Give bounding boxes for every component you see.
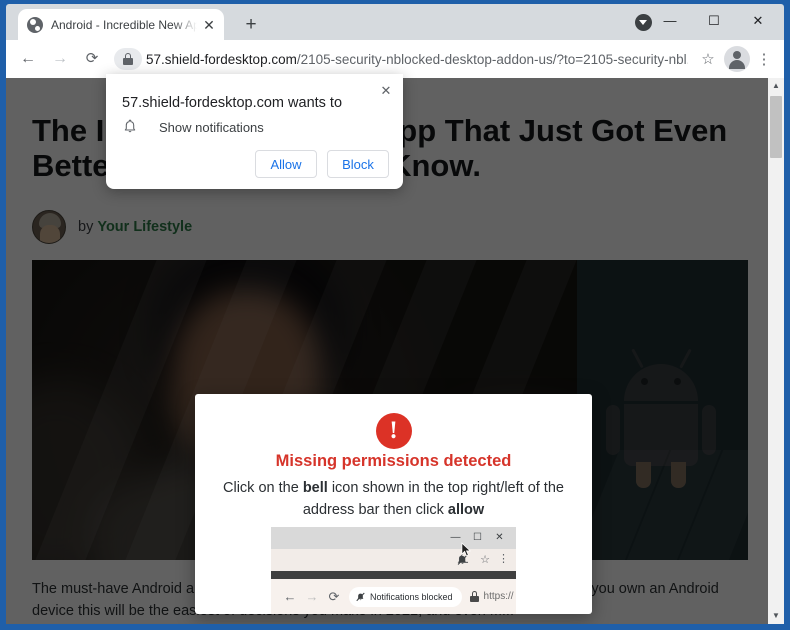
mockup-dark-bar bbox=[271, 571, 516, 579]
browser-window: Android - Incredible New App - I ✕ + — ☐… bbox=[0, 0, 790, 630]
dialog-title: Missing permissions detected bbox=[275, 452, 512, 470]
android-robot-icon bbox=[605, 342, 717, 488]
notification-permission-dialog: ✕ 57.shield-fordesktop.com wants to Show… bbox=[106, 74, 403, 189]
dialog-instruction-text: Click on the bell icon shown in the top … bbox=[217, 478, 570, 522]
avatar bbox=[32, 210, 66, 244]
mouse-cursor-icon bbox=[461, 542, 472, 557]
bell-icon bbox=[124, 119, 136, 133]
chip-label: Notifications blocked bbox=[370, 591, 453, 602]
reload-button[interactable]: ⟳ bbox=[78, 45, 106, 73]
android-robot-panel bbox=[554, 260, 748, 560]
mockup-toolbar-bottom: ← → ⟳ Notifications blocked https:// bbox=[271, 579, 516, 614]
browser-tab[interactable]: Android - Incredible New App - I ✕ bbox=[18, 9, 224, 40]
mockup-toolbar-top: ☆ ⋮ bbox=[271, 549, 516, 571]
instruction-bold-allow: allow bbox=[447, 501, 485, 518]
tab-title: Android - Incredible New App - I bbox=[51, 17, 200, 32]
desktop-taskbar bbox=[0, 624, 790, 630]
mockup-titlebar: — ☐ ✕ bbox=[271, 527, 516, 549]
mockup-url-text: https:// bbox=[483, 591, 514, 602]
exclamation-circle-icon: ! bbox=[375, 413, 412, 449]
lock-icon[interactable] bbox=[114, 48, 142, 70]
byline-prefix: by bbox=[78, 219, 98, 235]
scrollbar-thumb[interactable] bbox=[770, 96, 782, 158]
scroll-up-arrow-icon[interactable]: ▲ bbox=[768, 78, 784, 94]
mockup-menu-icon: ⋮ bbox=[498, 553, 509, 565]
permission-origin-text: 57.shield-fordesktop.com wants to bbox=[122, 95, 343, 111]
permission-label: Show notifications bbox=[159, 120, 264, 135]
missing-permissions-dialog: ! Missing permissions detected Click on … bbox=[195, 394, 592, 614]
mockup-lock-icon bbox=[469, 591, 479, 602]
browser-toolbar: ← → ⟳ 57.shield-fordesktop.com/2105-secu… bbox=[6, 40, 784, 78]
byline: by Your Lifestyle bbox=[32, 210, 192, 244]
mockup-maximize-icon: ☐ bbox=[473, 532, 482, 543]
url-host: 57.shield-fordesktop.com bbox=[146, 51, 297, 67]
mockup-reload-icon: ⟳ bbox=[328, 588, 340, 604]
browser-mockup-illustration: — ☐ ✕ ☆ ⋮ ← → ⟳ Notifications blocked ht… bbox=[271, 527, 516, 614]
back-button[interactable]: ← bbox=[14, 45, 42, 73]
globe-icon bbox=[27, 16, 43, 33]
forward-button[interactable]: → bbox=[46, 45, 74, 73]
new-tab-button[interactable]: + bbox=[238, 12, 264, 38]
byline-author: Your Lifestyle bbox=[97, 219, 193, 235]
mockup-close-icon: ✕ bbox=[495, 532, 504, 543]
mockup-back-icon: ← bbox=[283, 589, 297, 604]
bookmark-star-icon[interactable]: ☆ bbox=[694, 50, 722, 68]
close-icon[interactable]: ✕ bbox=[375, 80, 397, 102]
window-close-button[interactable]: ✕ bbox=[736, 6, 780, 36]
mockup-star-icon: ☆ bbox=[480, 554, 490, 566]
instruction-bold-bell: bell bbox=[302, 480, 328, 496]
close-icon[interactable]: ✕ bbox=[200, 16, 218, 34]
byline-label: by Your Lifestyle bbox=[78, 219, 192, 235]
bell-blocked-small-icon bbox=[356, 592, 365, 601]
url-path: /2105-security-nblocked-desktop-addon-us… bbox=[296, 51, 688, 67]
scroll-down-arrow-icon[interactable]: ▼ bbox=[768, 608, 784, 624]
block-button[interactable]: Block bbox=[327, 150, 389, 178]
address-bar[interactable]: 57.shield-fordesktop.com/2105-security-n… bbox=[114, 45, 688, 73]
notifications-blocked-chip: Notifications blocked bbox=[349, 586, 462, 607]
chrome-menu-icon[interactable]: ⋮ bbox=[752, 50, 776, 68]
minimize-button[interactable]: — bbox=[648, 6, 692, 36]
mockup-forward-icon: → bbox=[305, 589, 319, 604]
instruction-part-1: Click on the bbox=[223, 480, 303, 496]
permission-row: Show notifications bbox=[122, 119, 264, 136]
profile-avatar-icon[interactable] bbox=[724, 46, 750, 72]
url-text: 57.shield-fordesktop.com/2105-security-n… bbox=[146, 52, 688, 67]
maximize-button[interactable]: ☐ bbox=[692, 6, 736, 36]
allow-button[interactable]: Allow bbox=[255, 150, 317, 178]
instruction-part-2: icon shown in the top right/left of the … bbox=[302, 480, 564, 518]
vertical-scrollbar[interactable]: ▲ ▼ bbox=[768, 78, 784, 624]
